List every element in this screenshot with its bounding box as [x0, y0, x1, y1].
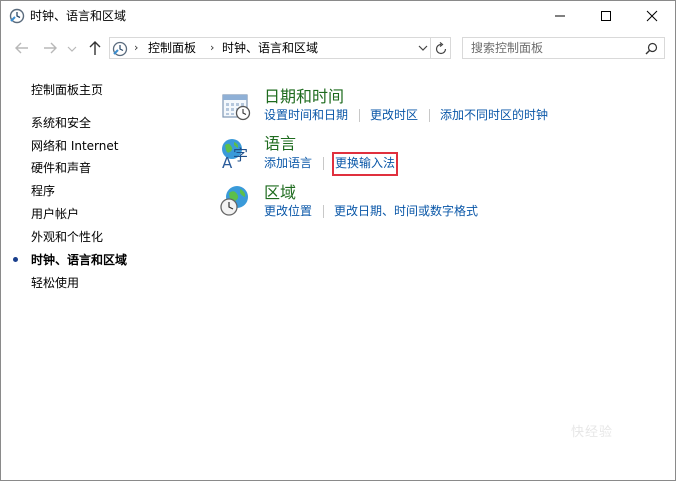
- minimize-icon: [555, 15, 565, 17]
- close-button[interactable]: [629, 1, 675, 31]
- forward-button[interactable]: [41, 39, 59, 57]
- link-separator: [323, 157, 324, 170]
- sidebar-item-hardware-sound[interactable]: 硬件和声音: [31, 160, 91, 176]
- calendar-clock-icon[interactable]: [218, 89, 252, 123]
- up-arrow-icon: [89, 41, 101, 55]
- sidebar-item-system-security[interactable]: 系统和安全: [31, 115, 91, 131]
- forward-arrow-icon: [44, 42, 57, 54]
- link-separator: [429, 109, 430, 122]
- breadcrumb-separator-icon[interactable]: ›: [134, 42, 138, 54]
- back-button[interactable]: [13, 39, 31, 57]
- minimize-button[interactable]: [537, 1, 583, 31]
- back-arrow-icon: [15, 42, 28, 54]
- category-title-date-time[interactable]: 日期和时间: [264, 88, 344, 106]
- link-add-clocks[interactable]: 添加不同时区的时钟: [440, 107, 548, 123]
- recent-locations-button[interactable]: [66, 39, 78, 57]
- region-globe-clock-icon[interactable]: [218, 184, 252, 218]
- breadcrumb-current[interactable]: 时钟、语言和区域: [222, 41, 318, 56]
- link-separator: [359, 109, 360, 122]
- address-dropdown-icon[interactable]: [418, 44, 428, 52]
- svg-text:字: 字: [233, 146, 248, 164]
- breadcrumb-control-panel[interactable]: 控制面板: [148, 41, 196, 56]
- svg-text:A: A: [222, 154, 233, 170]
- maximize-icon: [601, 11, 611, 21]
- category-title-region[interactable]: 区域: [264, 184, 296, 202]
- chevron-down-icon: [67, 46, 77, 52]
- current-item-bullet-icon: [13, 257, 18, 262]
- control-panel-window: 时钟、语言和区域 › 控制面板 › 时钟、语言和区域 搜索控制面板 控制面板主页…: [0, 0, 676, 481]
- search-icon[interactable]: [645, 42, 658, 55]
- category-title-language[interactable]: 语言: [264, 135, 296, 153]
- link-set-date-time[interactable]: 设置时间和日期: [264, 107, 348, 123]
- refresh-button[interactable]: [431, 37, 451, 59]
- search-input[interactable]: 搜索控制面板: [471, 41, 543, 56]
- language-globe-icon[interactable]: A 字: [218, 136, 252, 170]
- sidebar-item-user-accounts[interactable]: 用户帐户: [31, 206, 79, 222]
- breadcrumb-separator-icon[interactable]: ›: [210, 42, 214, 54]
- address-bar[interactable]: › 控制面板 › 时钟、语言和区域: [109, 37, 431, 59]
- link-change-location[interactable]: 更改位置: [264, 203, 312, 219]
- link-separator: [323, 205, 324, 218]
- control-panel-clock-icon: [9, 8, 25, 24]
- watermark: 快经验: [571, 425, 614, 440]
- link-change-time-zone[interactable]: 更改时区: [370, 107, 418, 123]
- window-title: 时钟、语言和区域: [30, 9, 127, 23]
- up-button[interactable]: [86, 39, 104, 57]
- sidebar-item-ease-of-access[interactable]: 轻松使用: [31, 275, 79, 291]
- search-box[interactable]: 搜索控制面板: [462, 37, 665, 59]
- highlight-box: [332, 152, 398, 176]
- link-change-formats[interactable]: 更改日期、时间或数字格式: [334, 203, 478, 219]
- sidebar-item-programs[interactable]: 程序: [31, 183, 55, 199]
- title-bar: 时钟、语言和区域: [1, 1, 675, 31]
- sidebar-item-clock-language-region[interactable]: 时钟、语言和区域: [31, 252, 127, 268]
- sidebar-item-appearance[interactable]: 外观和个性化: [31, 229, 103, 245]
- link-add-language[interactable]: 添加语言: [264, 155, 312, 171]
- sidebar-item-network-internet[interactable]: 网络和 Internet: [31, 138, 118, 154]
- sidebar-home-link[interactable]: 控制面板主页: [31, 82, 103, 98]
- refresh-icon: [435, 42, 447, 55]
- close-icon: [646, 10, 658, 22]
- maximize-button[interactable]: [583, 1, 629, 31]
- control-panel-icon: [112, 41, 128, 57]
